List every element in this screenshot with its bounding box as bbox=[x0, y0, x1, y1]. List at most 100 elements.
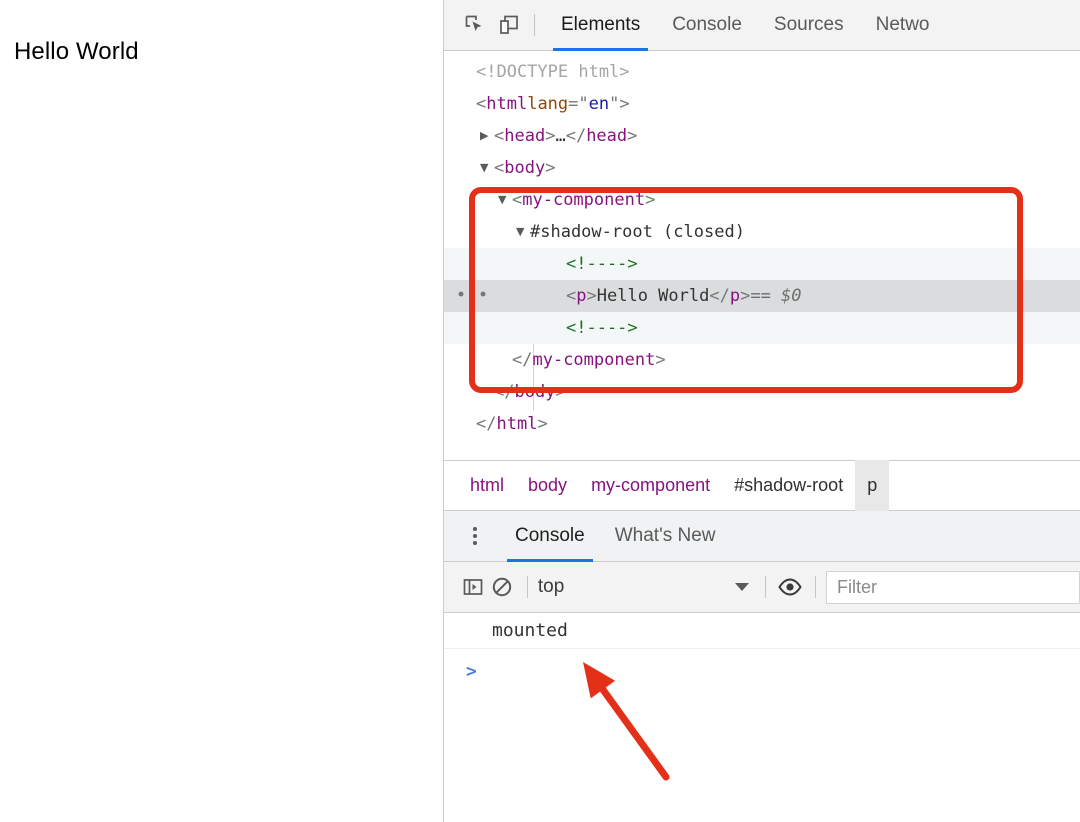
dom-node-shadow-root[interactable]: ▼#shadow-root (closed) bbox=[444, 216, 1080, 248]
prompt-chevron-icon: > bbox=[466, 661, 477, 682]
tab-elements[interactable]: Elements bbox=[545, 0, 656, 51]
console-message-text: mounted bbox=[492, 620, 568, 641]
breadcrumb-item-p[interactable]: p bbox=[855, 460, 889, 511]
dom-token: </ bbox=[709, 280, 729, 312]
drawer-tab-whats-new-label: What's New bbox=[615, 525, 716, 547]
tab-console[interactable]: Console bbox=[656, 0, 758, 51]
dom-token: </ bbox=[512, 344, 532, 376]
chevron-right-icon[interactable]: ▶ bbox=[480, 120, 494, 152]
dom-token: > bbox=[545, 120, 555, 152]
dom-token: <!DOCTYPE html> bbox=[476, 56, 630, 88]
dom-token: head bbox=[504, 120, 545, 152]
devtools-panel: Elements Console Sources Netwo <!DOCTYPE… bbox=[444, 0, 1080, 822]
dom-node-my-component-open[interactable]: ▼<my-component> bbox=[444, 184, 1080, 216]
drawer-tab-console[interactable]: Console bbox=[500, 511, 600, 562]
chevron-down-icon[interactable]: ▼ bbox=[498, 184, 512, 216]
console-sidebar-icon[interactable] bbox=[458, 570, 488, 604]
dom-token: "> bbox=[609, 88, 629, 120]
toolbar-divider bbox=[534, 14, 535, 36]
dom-token: > bbox=[587, 280, 597, 312]
console-output[interactable]: mounted > bbox=[444, 613, 1080, 822]
dom-token: < bbox=[494, 152, 504, 184]
console-input-prompt[interactable]: > bbox=[444, 649, 1080, 693]
tab-network-label: Netwo bbox=[876, 14, 930, 36]
dom-token: p bbox=[576, 280, 586, 312]
console-context-select[interactable]: top bbox=[538, 576, 755, 598]
tab-elements-label: Elements bbox=[561, 14, 640, 36]
dom-token: > bbox=[655, 344, 665, 376]
console-filter-input[interactable] bbox=[826, 571, 1080, 604]
dom-token: Hello World bbox=[597, 280, 710, 312]
breadcrumb-item-my-component[interactable]: my-component bbox=[579, 460, 722, 511]
dom-node-comment-before[interactable]: <!----> bbox=[444, 248, 1080, 280]
dom-node-body-close[interactable]: </body> bbox=[444, 376, 1080, 408]
devtools-tabstrip: Elements Console Sources Netwo bbox=[444, 0, 1080, 51]
dom-token: > bbox=[740, 280, 750, 312]
inspect-element-icon[interactable] bbox=[458, 8, 492, 42]
dom-token: > bbox=[627, 120, 637, 152]
node-overflow-badge[interactable]: ••• bbox=[456, 288, 489, 305]
dom-token: </ bbox=[494, 376, 514, 408]
chevron-down-icon bbox=[735, 583, 749, 591]
dom-token: < bbox=[566, 280, 576, 312]
dom-node-doctype[interactable]: <!DOCTYPE html> bbox=[444, 56, 1080, 88]
tab-console-label: Console bbox=[672, 14, 742, 36]
dom-token: lang bbox=[527, 88, 568, 120]
dom-node-html-open[interactable]: <html lang="en"> bbox=[444, 88, 1080, 120]
dom-token: my-component bbox=[522, 184, 645, 216]
dom-token: > bbox=[545, 152, 555, 184]
dom-token: </ bbox=[566, 120, 586, 152]
dom-token: en bbox=[589, 88, 609, 120]
tab-network[interactable]: Netwo bbox=[860, 0, 946, 51]
console-toolbar-divider-1 bbox=[527, 576, 528, 598]
breadcrumb-item-html[interactable]: html bbox=[458, 460, 516, 511]
live-expression-icon[interactable] bbox=[776, 570, 806, 604]
dom-token: body bbox=[514, 376, 555, 408]
dom-token: #shadow-root (closed) bbox=[530, 216, 745, 248]
dom-token: … bbox=[555, 120, 565, 152]
console-context-label: top bbox=[538, 576, 735, 598]
dom-token: <!----> bbox=[566, 312, 638, 344]
devtools-screenshot: Hello World Elements Consol bbox=[0, 0, 1080, 822]
clear-console-icon[interactable] bbox=[488, 570, 518, 604]
drawer-tab-console-label: Console bbox=[515, 525, 585, 547]
dom-token: p bbox=[730, 280, 740, 312]
page-heading: Hello World bbox=[14, 38, 139, 66]
console-message: mounted bbox=[444, 613, 1080, 649]
dom-token: =" bbox=[568, 88, 588, 120]
breadcrumb-item-body[interactable]: body bbox=[516, 460, 579, 511]
dom-token: head bbox=[586, 120, 627, 152]
drawer-tab-whats-new[interactable]: What's New bbox=[600, 511, 731, 562]
dom-token: < bbox=[512, 184, 522, 216]
more-options-icon[interactable] bbox=[458, 519, 492, 553]
drawer-tabstrip: Console What's New bbox=[444, 511, 1080, 562]
dom-token: html bbox=[486, 88, 527, 120]
page-viewport: Hello World bbox=[0, 0, 444, 822]
chevron-down-icon[interactable]: ▼ bbox=[516, 216, 530, 248]
dom-node-my-component-close[interactable]: </my-component> bbox=[444, 344, 1080, 376]
dom-token: </ bbox=[476, 408, 496, 440]
dom-node-comment-after[interactable]: <!----> bbox=[444, 312, 1080, 344]
tab-sources-label: Sources bbox=[774, 14, 844, 36]
dom-token: <!----> bbox=[566, 248, 638, 280]
device-toolbar-icon[interactable] bbox=[492, 8, 526, 42]
dom-token: > bbox=[555, 376, 565, 408]
console-toolbar-divider-3 bbox=[815, 576, 816, 598]
dom-token: > bbox=[537, 408, 547, 440]
console-toolbar-divider-2 bbox=[765, 576, 766, 598]
breadcrumb-item-shadow-root[interactable]: #shadow-root bbox=[722, 460, 855, 511]
console-toolbar: top bbox=[444, 562, 1080, 613]
dom-node-head[interactable]: ▶<head>…</head> bbox=[444, 120, 1080, 152]
dom-token: body bbox=[504, 152, 545, 184]
dom-node-p-hello-world[interactable]: •••<p>Hello World</p> == $0 bbox=[444, 280, 1080, 312]
dom-node-body-open[interactable]: ▼<body> bbox=[444, 152, 1080, 184]
dom-token: == $0 bbox=[750, 280, 801, 312]
dom-token: > bbox=[645, 184, 655, 216]
dom-tree[interactable]: <!DOCTYPE html><html lang="en">▶<head>…<… bbox=[444, 51, 1080, 460]
dom-token: < bbox=[494, 120, 504, 152]
tab-sources[interactable]: Sources bbox=[758, 0, 860, 51]
dom-token: my-component bbox=[532, 344, 655, 376]
chevron-down-icon[interactable]: ▼ bbox=[480, 152, 494, 184]
dom-token: html bbox=[496, 408, 537, 440]
dom-node-html-close[interactable]: </html> bbox=[444, 408, 1080, 440]
